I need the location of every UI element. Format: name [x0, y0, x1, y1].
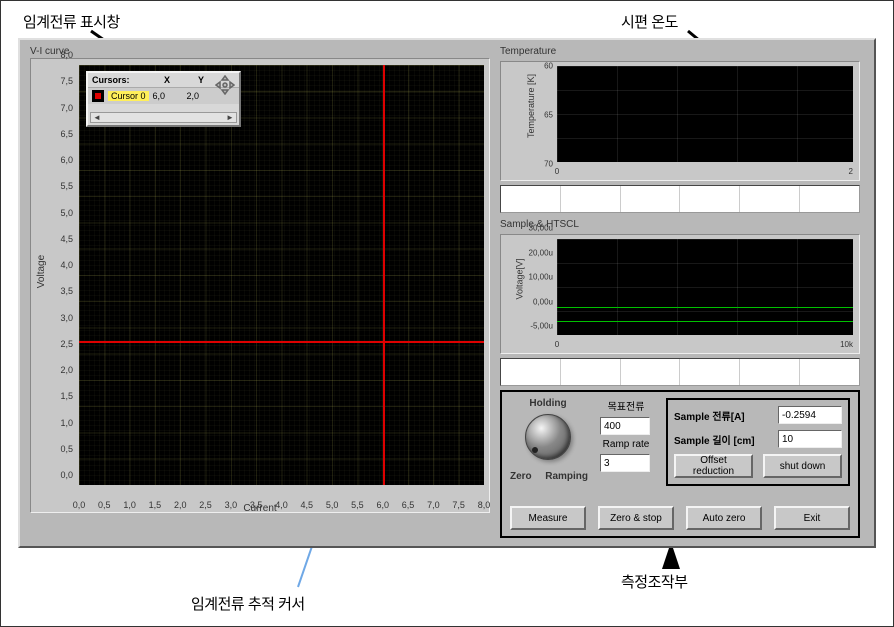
shut-down-button[interactable]: shut down	[763, 454, 842, 478]
dial-zero-label: Zero	[510, 471, 532, 482]
temperature-xtick-max: 2	[849, 167, 853, 176]
measure-button[interactable]: Measure	[510, 506, 586, 530]
cursor-name: Cursor 0	[108, 91, 149, 101]
cursor-move-icon[interactable]	[215, 75, 235, 95]
target-current-input[interactable]	[600, 417, 650, 435]
sample-htscl-grid	[557, 239, 853, 335]
annotation-specimen-temperature: 시편 온도	[621, 11, 678, 32]
readout-strip-1	[500, 185, 860, 213]
zero-stop-button[interactable]: Zero & stop	[598, 506, 674, 530]
ramp-rate-label: Ramp rate	[600, 439, 652, 450]
readout-strip-2	[500, 358, 860, 386]
cursor-y-value: 2,0	[187, 91, 217, 101]
sample-htscl-plot[interactable]: Voltage[V] -5,00u0,00u10,00u20,00u30,00u…	[500, 234, 860, 354]
vi-plot[interactable]: Voltage 0,00,51,01,52,02,53,03,54,04,55,…	[30, 58, 490, 513]
cursor-panel-heading: Cursors:	[92, 75, 148, 85]
cursor-x-heading: X	[152, 75, 182, 85]
target-current-label: 목표전류	[600, 398, 652, 413]
sample-htscl-xtick-max: 10k	[840, 340, 853, 349]
mode-dial[interactable]: Holding Zero Ramping	[510, 398, 586, 482]
control-panel: Holding Zero Ramping 목표전류	[500, 390, 860, 538]
cursor-x-value: 6,0	[153, 91, 183, 101]
temperature-plot[interactable]: Temperature [K] 606570 0 2	[500, 61, 860, 181]
scroll-left-icon[interactable]: ◄	[91, 113, 103, 122]
cursor-y-heading: Y	[186, 75, 216, 85]
dial-knob-icon[interactable]	[525, 414, 571, 460]
temperature-yticks: 606570	[505, 66, 555, 162]
vi-plot-title: V-I curve	[30, 46, 490, 57]
sample-length-input[interactable]	[778, 430, 842, 448]
vi-xlabel: Current	[243, 503, 276, 514]
auto-zero-button[interactable]: Auto zero	[686, 506, 762, 530]
offset-reduction-button[interactable]: Offset reduction	[674, 454, 753, 478]
cursor-swatch-icon	[92, 90, 104, 102]
sample-htscl-title: Sample & HTSCL	[500, 219, 860, 230]
annotation-control: 측정조작부	[621, 571, 688, 592]
sample-current-label: Sample 전류[A]	[674, 408, 772, 423]
vi-y-ticks: 0,00,51,01,52,02,53,03,54,04,55,05,56,06…	[33, 65, 77, 485]
dial-ramping-label: Ramping	[545, 471, 588, 482]
cursor-vertical-line[interactable]	[383, 65, 385, 485]
sample-htscl-yticks: -5,00u0,00u10,00u20,00u30,00u	[505, 239, 555, 335]
ramp-rate-input[interactable]	[600, 454, 650, 472]
cursor-horizontal-line[interactable]	[79, 341, 484, 343]
app-panel: V-I curve Voltage 0,00,51,01,52,02,53,03…	[18, 38, 876, 548]
dial-holding-label: Holding	[529, 398, 566, 409]
vi-plot-grid	[79, 65, 484, 485]
annotation-cursor: 임계전류 추적 커서	[191, 593, 305, 614]
outer-frame: 임계전류 표시창 시편 온도 시편 홀더 전압 임계전류 추적 커서 측정조작부…	[0, 0, 894, 627]
temperature-xtick-min: 0	[555, 167, 559, 176]
temperature-title: Temperature	[500, 46, 860, 57]
sample-current-input[interactable]	[778, 406, 842, 424]
temperature-grid	[557, 66, 853, 162]
sample-htscl-xtick-min: 0	[555, 340, 559, 349]
cursor-panel[interactable]: Cursors: X Y Cursor 0 6,0 2,0	[86, 71, 241, 127]
exit-button[interactable]: Exit	[774, 506, 850, 530]
scroll-right-icon[interactable]: ►	[224, 113, 236, 122]
sample-length-label: Sample 길이 [cm]	[674, 432, 772, 447]
cursor-scrollbar[interactable]: ◄ ►	[90, 112, 237, 123]
